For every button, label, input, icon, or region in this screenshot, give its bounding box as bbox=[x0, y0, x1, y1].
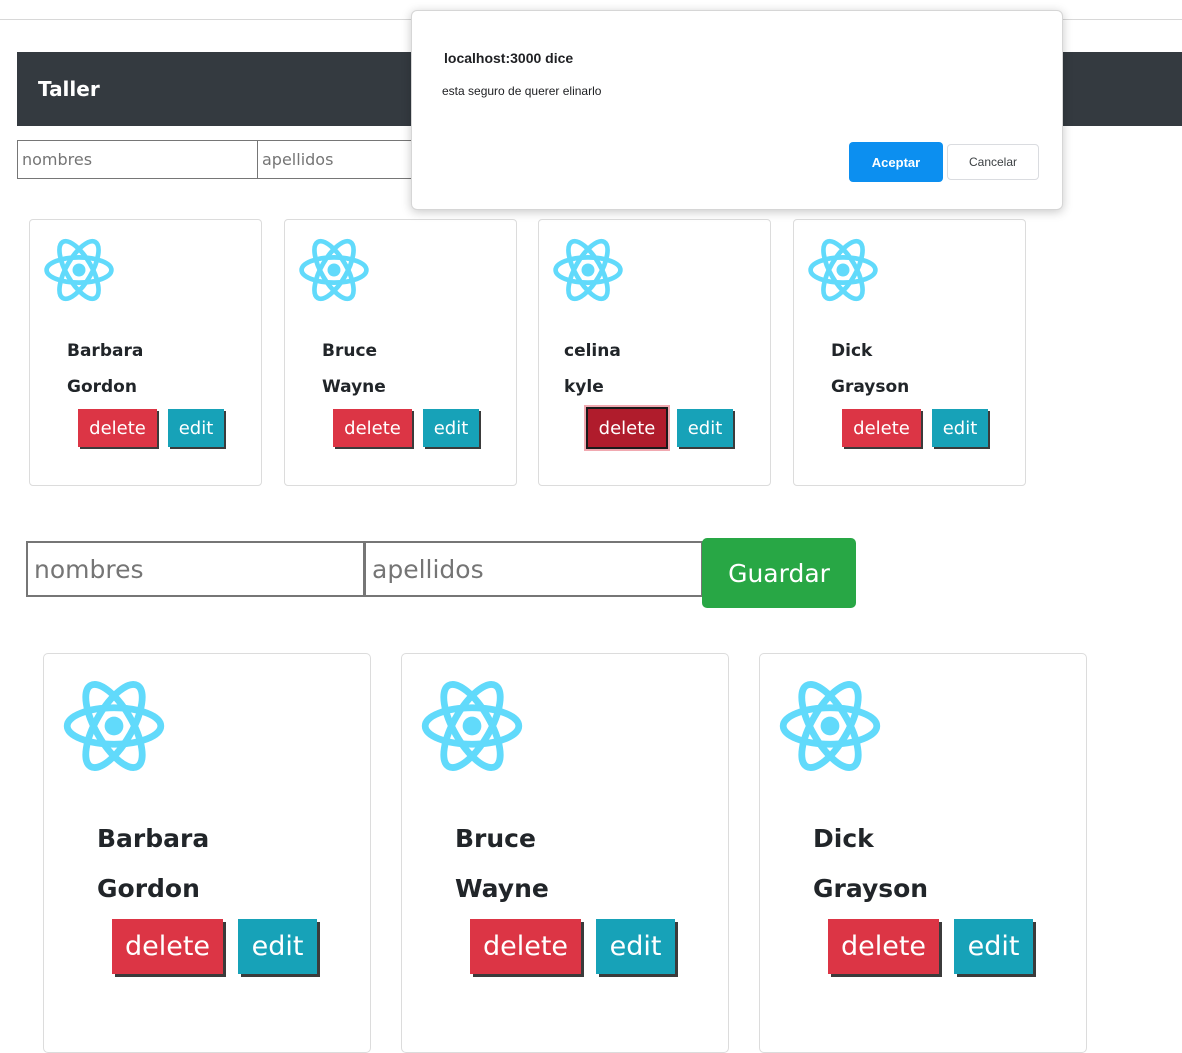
cancel-button[interactable]: Cancelar bbox=[947, 144, 1039, 180]
person-first-name: Dick bbox=[831, 341, 873, 361]
person-card: Barbara Gordon delete edit bbox=[29, 219, 262, 486]
edit-button[interactable]: edit bbox=[677, 409, 733, 447]
react-logo-icon bbox=[549, 234, 627, 306]
person-card: celina kyle delete edit bbox=[538, 219, 771, 486]
person-last-name: Gordon bbox=[97, 874, 200, 903]
react-logo-icon bbox=[295, 234, 373, 306]
confirm-dialog: localhost:3000 dice esta seguro de quere… bbox=[411, 10, 1063, 210]
person-card: Barbara Gordon delete edit bbox=[43, 653, 371, 1053]
person-card: Bruce Wayne delete edit bbox=[284, 219, 517, 486]
person-first-name: Barbara bbox=[97, 824, 210, 853]
first-name-input[interactable] bbox=[26, 541, 365, 597]
edit-button[interactable]: edit bbox=[596, 919, 675, 974]
delete-button[interactable]: delete bbox=[112, 919, 223, 974]
delete-button[interactable]: delete bbox=[828, 919, 939, 974]
delete-button[interactable]: delete bbox=[842, 409, 921, 447]
person-first-name: Bruce bbox=[322, 341, 378, 361]
person-first-name: celina bbox=[564, 341, 621, 361]
person-first-name: Bruce bbox=[455, 824, 536, 853]
person-card: Dick Grayson delete edit bbox=[759, 653, 1087, 1053]
person-last-name: Wayne bbox=[322, 377, 386, 397]
person-last-name: Gordon bbox=[67, 377, 137, 397]
react-logo-icon bbox=[416, 674, 528, 778]
react-logo-icon bbox=[58, 674, 170, 778]
person-first-name: Barbara bbox=[67, 341, 144, 361]
last-name-input[interactable] bbox=[364, 541, 703, 597]
person-card: Dick Grayson delete edit bbox=[793, 219, 1026, 486]
edit-button[interactable]: edit bbox=[168, 409, 224, 447]
delete-button[interactable]: delete bbox=[78, 409, 157, 447]
person-card: Bruce Wayne delete edit bbox=[401, 653, 729, 1053]
dialog-title: localhost:3000 dice bbox=[444, 50, 574, 66]
person-last-name: Wayne bbox=[455, 874, 549, 903]
delete-button[interactable]: delete bbox=[470, 919, 581, 974]
dialog-message: esta seguro de querer elinarlo bbox=[442, 84, 602, 98]
edit-button[interactable]: edit bbox=[954, 919, 1033, 974]
delete-button[interactable]: delete bbox=[333, 409, 412, 447]
edit-button[interactable]: edit bbox=[423, 409, 479, 447]
react-logo-icon bbox=[804, 234, 882, 306]
edit-button[interactable]: edit bbox=[238, 919, 317, 974]
accept-button[interactable]: Aceptar bbox=[849, 142, 943, 182]
delete-button[interactable]: delete bbox=[586, 407, 668, 449]
navbar-brand[interactable]: Taller bbox=[38, 77, 100, 101]
person-first-name: Dick bbox=[813, 824, 874, 853]
first-name-input[interactable] bbox=[17, 140, 258, 179]
person-last-name: Grayson bbox=[831, 377, 910, 397]
react-logo-icon bbox=[40, 234, 118, 306]
person-last-name: Grayson bbox=[813, 874, 929, 903]
save-button[interactable]: Guardar bbox=[702, 538, 856, 608]
person-last-name: kyle bbox=[564, 377, 604, 397]
edit-button[interactable]: edit bbox=[932, 409, 988, 447]
react-logo-icon bbox=[774, 674, 886, 778]
